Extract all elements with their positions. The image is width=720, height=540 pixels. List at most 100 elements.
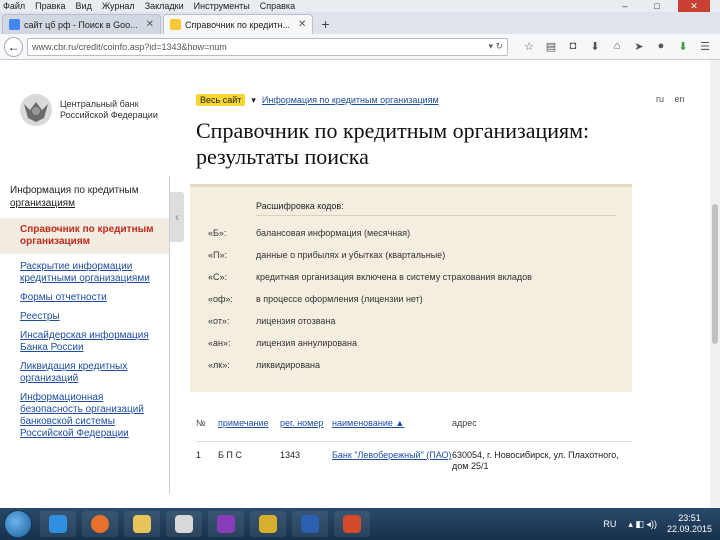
legend-row: «от»: лицензия отозвана: [208, 316, 616, 326]
send-icon[interactable]: ➤: [628, 40, 650, 53]
maximize-button[interactable]: □: [646, 0, 668, 12]
legend-row: «С»: кредитная организация включена в сис…: [208, 272, 616, 282]
codes-legend-panel: Расшифровка кодов: «Б»: балансовая информ…: [190, 184, 632, 392]
taskbar-app-icon[interactable]: [208, 511, 244, 537]
logo-line-1: Центральный банк: [60, 99, 139, 109]
taskbar-bat-icon[interactable]: [250, 511, 286, 537]
taskbar-word-icon[interactable]: [292, 511, 328, 537]
col-header-number: №: [196, 418, 206, 428]
url-bar[interactable]: www.cbr.ru/credit/coinfo.asp?id=1343&how…: [27, 37, 508, 56]
cbr-logo[interactable]: Центральный банк Российской Федерации: [16, 90, 160, 130]
home-icon[interactable]: ⌂: [606, 40, 628, 53]
legend-desc: лицензия аннулирована: [256, 338, 358, 348]
col-header-name[interactable]: наименование ▲: [332, 412, 452, 441]
legend-code: «оф»:: [208, 294, 233, 304]
menu-bar: Файл Правка Вид Журнал Закладки Инструме…: [0, 0, 720, 12]
legend-row: «Б»: балансовая информация (месячная): [208, 228, 616, 238]
col-header-reg-number[interactable]: рег. номер: [280, 412, 332, 441]
sidebar-title: Информация по кредитным организациям: [10, 184, 161, 210]
page-content: Центральный банк Российской Федерации Ве…: [0, 60, 720, 508]
tab-cbr-directory[interactable]: Справочник по кредитн... ✕: [163, 14, 314, 34]
legend-row: «оф»: в процессе оформления (лицензии нет…: [208, 294, 616, 304]
taskbar-ie-icon[interactable]: [40, 511, 76, 537]
lang-en-link[interactable]: en: [675, 94, 685, 104]
chevron-down-icon[interactable]: ▾: [251, 95, 256, 106]
menu-view[interactable]: Вид: [76, 1, 92, 11]
clock-date: 22.09.2015: [666, 524, 712, 534]
tab-label: Справочник по кредитн...: [185, 19, 290, 30]
legend-row: «лк»: ликвидирована: [208, 360, 616, 370]
page-scrollbar[interactable]: [710, 60, 720, 508]
close-window-button[interactable]: ✕: [678, 0, 710, 12]
scrollbar-thumb[interactable]: [712, 204, 718, 344]
reader-icon[interactable]: ▤: [540, 40, 562, 53]
cell-address: 630054, г. Новосибирск, ул. Плахотного, …: [452, 450, 619, 471]
sidebar-collapse-chevron-icon[interactable]: ‹: [170, 192, 184, 242]
close-icon[interactable]: ✕: [298, 19, 306, 30]
keyboard-language[interactable]: RU: [603, 519, 616, 529]
window-controls: – □ ✕: [614, 0, 720, 12]
legend-desc: балансовая информация (месячная): [256, 228, 411, 238]
toolbar-icons: ☆ ▤ ◘ ⬇ ⌂ ➤ ● ⬇ ☰: [518, 40, 716, 53]
sidebar-item-liquidation[interactable]: Ликвидация кредитных организаций: [20, 361, 161, 385]
navigation-bar: ← www.cbr.ru/credit/coinfo.asp?id=1343&h…: [0, 34, 720, 60]
start-button-icon[interactable]: [4, 510, 32, 538]
menu-file[interactable]: Файл: [3, 1, 25, 11]
legend-code: «П»:: [208, 250, 227, 260]
tab-google-search[interactable]: сайт цб рф - Поиск в Goo... ✕: [2, 14, 161, 34]
back-arrow-icon[interactable]: ←: [4, 36, 24, 57]
eagle-emblem-icon: [20, 94, 52, 126]
lang-ru-link[interactable]: ru: [656, 94, 664, 104]
sidebar-item-report-forms[interactable]: Формы отчетности: [20, 292, 161, 304]
sidebar-item-disclosure[interactable]: Раскрытие информации кредитными организа…: [20, 261, 161, 285]
close-icon[interactable]: ✕: [146, 19, 154, 30]
download-icon[interactable]: ⬇: [584, 40, 606, 53]
cell-bank-name-link[interactable]: Банк "Левобережный" (ПАО): [332, 450, 452, 472]
legend-desc: лицензия отозвана: [256, 316, 336, 326]
site-scope-button[interactable]: Весь сайт: [196, 94, 246, 106]
menu-bookmarks[interactable]: Закладки: [145, 1, 184, 11]
sidebar-item-directory-active[interactable]: Справочник по кредитным организациям: [0, 218, 169, 254]
sidebar-title-link[interactable]: организациям: [10, 198, 75, 209]
cell-reg-number: 1343: [280, 450, 301, 460]
green-download-icon[interactable]: ⬇: [672, 40, 694, 53]
hamburger-menu-icon[interactable]: ☰: [694, 40, 716, 53]
taskbar-firefox-icon[interactable]: [82, 511, 118, 537]
language-switch: ru en: [656, 94, 693, 104]
taskbar-media-icon[interactable]: [166, 511, 202, 537]
taskbar-explorer-icon[interactable]: [124, 511, 160, 537]
legend-row: «П»: данные о прибылях и убытках (квартал…: [208, 250, 616, 260]
pocket-icon[interactable]: ◘: [562, 40, 584, 53]
legend-desc: кредитная организация включена в систему…: [256, 272, 532, 282]
minimize-button[interactable]: –: [614, 0, 636, 12]
breadcrumb-link[interactable]: Информация по кредитным организациям: [262, 95, 439, 105]
menu-tools[interactable]: Инструменты: [194, 1, 250, 11]
reload-icon[interactable]: ▾ ↻: [488, 41, 503, 52]
legend-desc: данные о прибылях и убытках (квартальные…: [256, 250, 446, 260]
taskbar-powerpoint-icon[interactable]: [334, 511, 370, 537]
table-header: № примечание рег. номер наименование ▲ а…: [196, 412, 632, 442]
sidebar-title-text: Информация по кредитным: [10, 185, 139, 196]
menu-help[interactable]: Справка: [260, 1, 295, 11]
legend-row: «ан»: лицензия аннулирована: [208, 338, 616, 348]
sidebar-item-infosec[interactable]: Информационная безопасность организаций …: [20, 392, 161, 440]
url-text: www.cbr.ru/credit/coinfo.asp?id=1343&how…: [32, 41, 227, 52]
cell-note: Б П С: [218, 450, 242, 460]
sidebar-item-registries[interactable]: Реестры: [20, 311, 161, 323]
bookmark-star-icon[interactable]: ☆: [518, 40, 540, 53]
tab-strip: сайт цб рф - Поиск в Goo... ✕ Справочник…: [0, 12, 720, 34]
clock[interactable]: 23:51 22.09.2015: [667, 513, 712, 535]
menu-edit[interactable]: Правка: [35, 1, 65, 11]
legend-code: «ан»:: [208, 338, 231, 348]
system-tray: RU ▴ ◧ ◂)) 23:51 22.09.2015: [603, 508, 712, 540]
legend-desc: ликвидирована: [256, 360, 320, 370]
chat-icon[interactable]: ●: [650, 40, 672, 53]
sidebar-item-insider-info[interactable]: Инсайдерская информация Банка России: [20, 330, 161, 354]
menu-history[interactable]: Журнал: [102, 1, 135, 11]
legend-code: «С»:: [208, 272, 228, 282]
col-header-note[interactable]: примечание: [218, 412, 280, 441]
new-tab-plus-icon[interactable]: +: [321, 14, 329, 34]
logo-line-2: Российской Федерации: [60, 110, 158, 120]
tray-icons[interactable]: ▴ ◧ ◂)): [628, 519, 657, 530]
legend-code: «лк»:: [208, 360, 230, 370]
